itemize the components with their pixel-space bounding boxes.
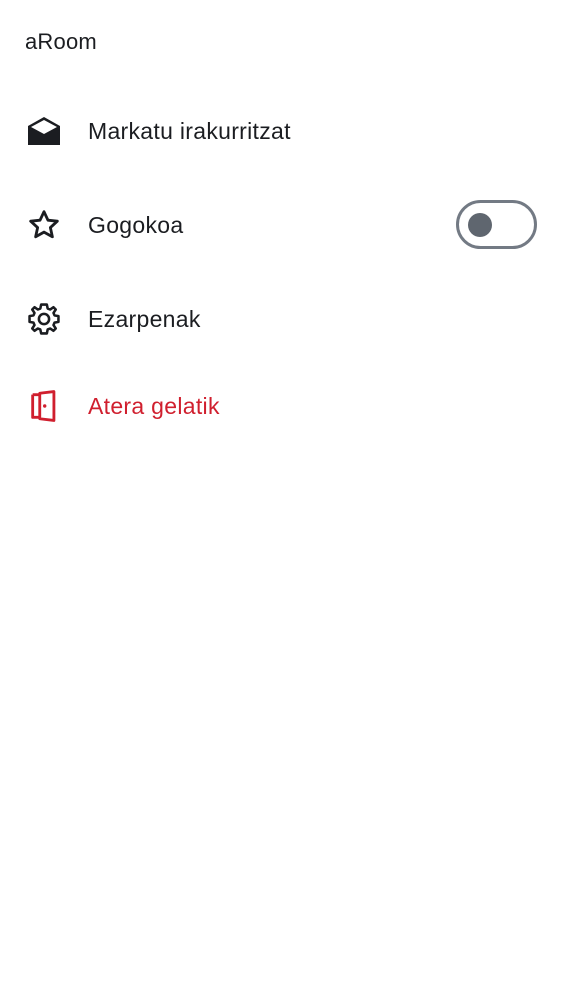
toggle-knob — [468, 213, 492, 237]
settings-label: Ezarpenak — [88, 305, 201, 332]
leave-room-item[interactable]: Atera gelatik — [0, 370, 562, 442]
gear-icon — [26, 301, 62, 337]
mark-as-read-label: Markatu irakurritzat — [88, 117, 291, 144]
settings-item[interactable]: Ezarpenak — [0, 283, 562, 355]
favourite-toggle[interactable] — [456, 200, 537, 249]
mark-as-read-item[interactable]: Markatu irakurritzat — [0, 95, 562, 167]
room-title: aRoom — [25, 29, 97, 54]
door-exit-icon — [26, 388, 62, 424]
envelope-open-icon — [26, 113, 62, 149]
star-outline-icon — [26, 207, 62, 243]
favourite-label: Gogokoa — [88, 211, 184, 238]
leave-room-label: Atera gelatik — [88, 392, 220, 419]
